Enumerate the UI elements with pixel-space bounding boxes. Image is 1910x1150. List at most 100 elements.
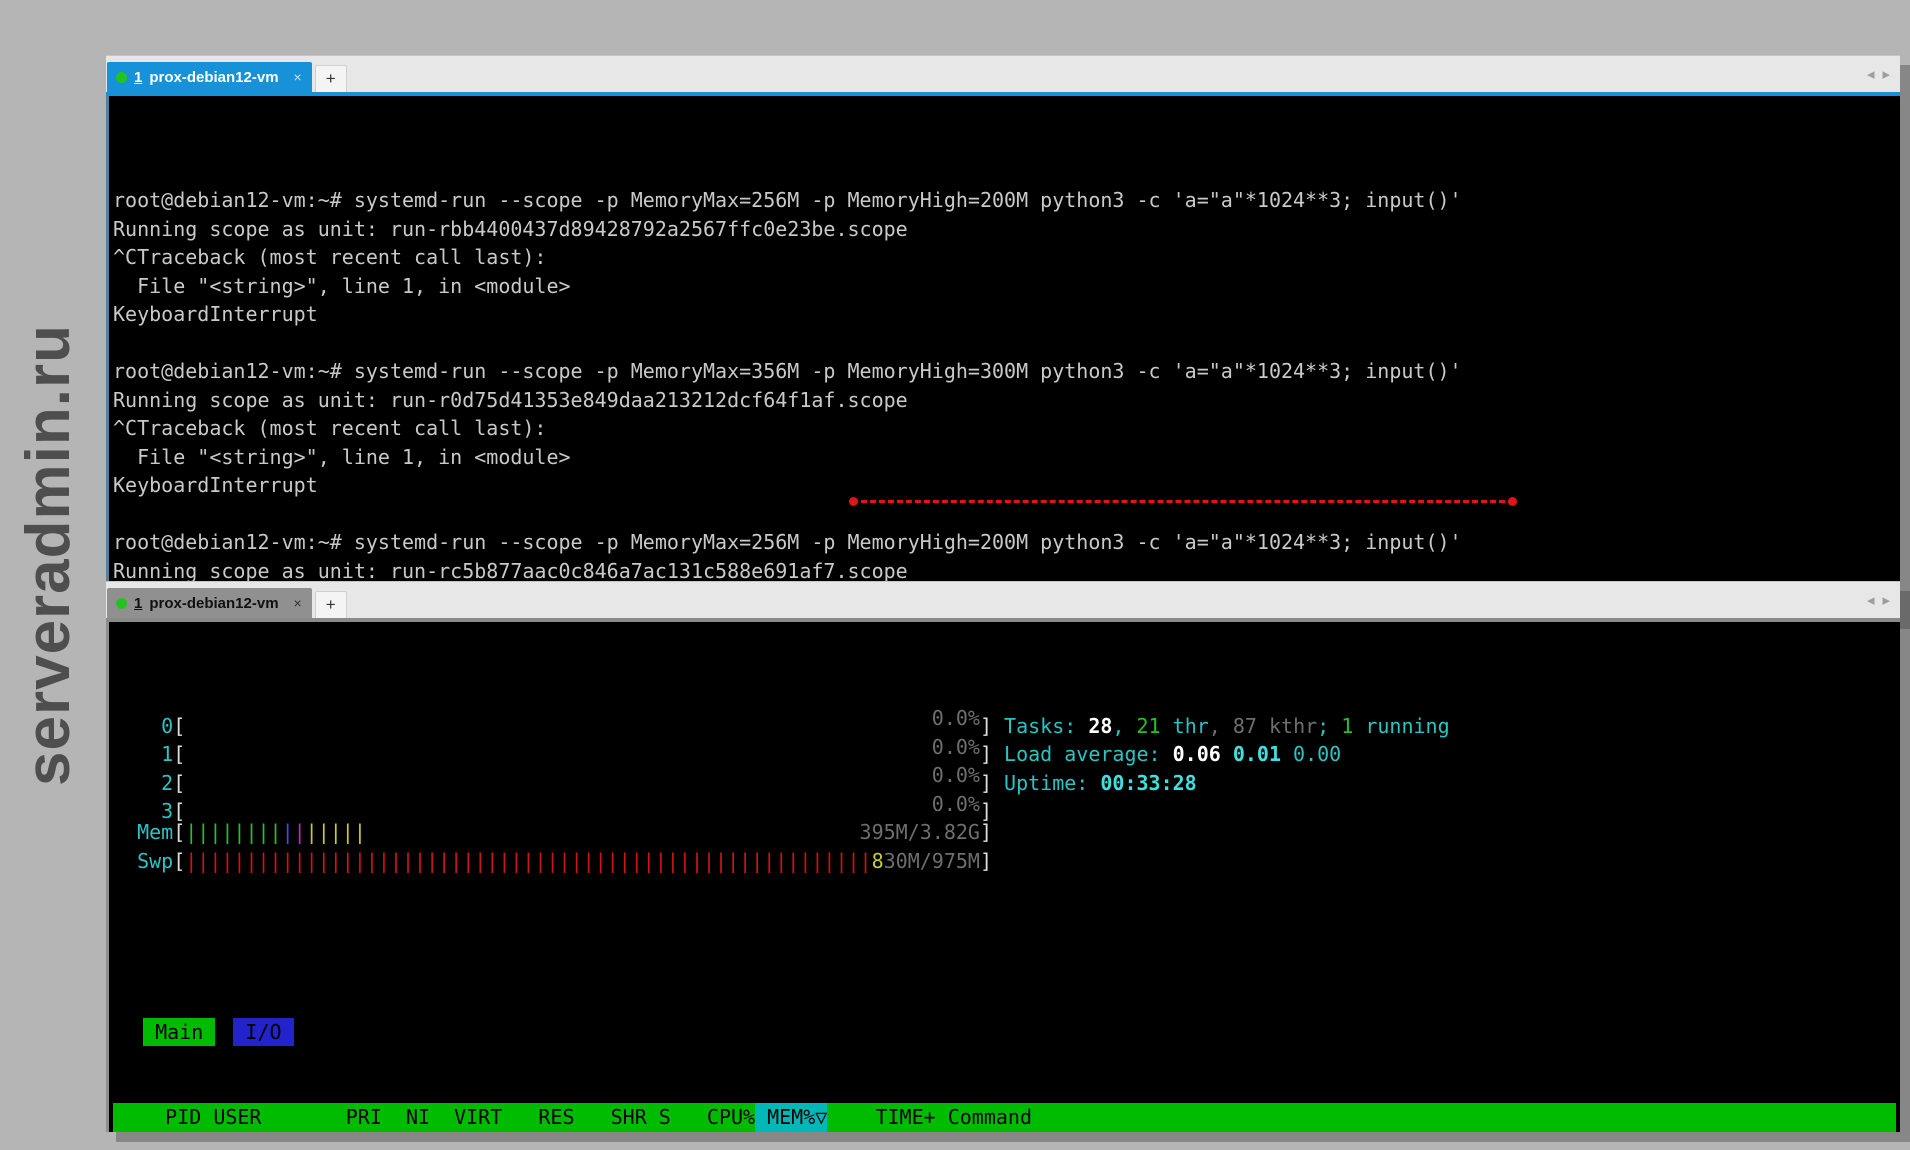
tab-number: 1 — [134, 595, 142, 612]
text-segment: running — [1353, 714, 1449, 738]
column-header-cpu[interactable]: CPU% — [683, 1103, 755, 1132]
htop-tab-main[interactable]: Main — [143, 1018, 215, 1047]
session-active-dot — [116, 598, 127, 609]
htop-meters: 0[0.0%]Tasks: 28, 21 thr, 87 kthr; 1 run… — [113, 704, 1896, 875]
column-header-s[interactable]: S — [647, 1103, 683, 1132]
terminal-line: KeyboardInterrupt — [113, 471, 1896, 500]
new-tab-button[interactable]: + — [315, 65, 347, 92]
meter-bracket: [ — [173, 769, 185, 798]
text-segment: 30M/975M — [884, 847, 980, 876]
text-segment: | — [294, 818, 306, 847]
meter-empty — [185, 790, 932, 819]
watermark-text: serveradmin.ru — [13, 324, 84, 786]
meter-bracket: ] — [980, 818, 992, 847]
text-segment: 28 — [1088, 714, 1112, 738]
meter-value: 0.0% — [932, 704, 980, 733]
meter-body: 0.0% — [185, 733, 980, 762]
top-terminal-lines: root@debian12-vm:~# systemd-run --scope … — [113, 186, 1896, 614]
meter-label: 1 — [113, 740, 173, 769]
tab-prox-debian12-vm-top[interactable]: 1 prox-debian12-vm × — [107, 62, 312, 92]
terminal-line: ^CTraceback (most recent call last): — [113, 414, 1896, 443]
meter-empty — [185, 761, 932, 790]
terminal-window-bottom: 1 prox-debian12-vm × + ◂ ▸ 0[0.0%]Tasks:… — [106, 581, 1900, 1132]
swap-meter: Swp[||||||||||||||||||||||||||||||||||||… — [113, 847, 1896, 876]
annotation-dot-icon — [849, 497, 858, 506]
column-header-pid[interactable]: PID — [117, 1103, 201, 1132]
meter-body: 0.0% — [185, 790, 980, 819]
meter-bracket: [ — [173, 712, 185, 741]
column-header-time[interactable]: TIME+ — [827, 1103, 935, 1132]
tab-scroll-right-icon[interactable]: ▸ — [1882, 65, 1890, 83]
annotation-dot-icon — [1508, 497, 1517, 506]
text-segment: 0.06 — [1173, 742, 1233, 766]
column-header-user[interactable]: USER — [201, 1103, 333, 1132]
column-header-shr[interactable]: SHR — [575, 1103, 647, 1132]
text-segment: , — [1209, 714, 1233, 738]
terminal-line: File "<string>", line 1, in <module> — [113, 443, 1896, 472]
meter-bracket: ] — [980, 740, 992, 769]
swap-bars: ||||||||||||||||||||||||||||||||||||||||… — [185, 847, 871, 876]
tab-bar-bottom: 1 prox-debian12-vm × + ◂ ▸ — [106, 581, 1900, 618]
tab-bar-top: 1 prox-debian12-vm × + ◂ ▸ — [106, 55, 1900, 92]
column-header-mem[interactable]: MEM%▽ — [755, 1103, 827, 1132]
tab-close-icon[interactable]: × — [294, 595, 302, 611]
watermark: serveradmin.ru — [6, 255, 90, 855]
terminal-output-top: root@debian12-vm:~# systemd-run --scope … — [106, 96, 1900, 619]
text-segment: thr — [1161, 714, 1209, 738]
meter-label: 0 — [113, 712, 173, 741]
terminal-line — [113, 500, 1896, 529]
text-segment: 0.00 — [1293, 742, 1341, 766]
tab-prox-debian12-vm-bottom[interactable]: 1 prox-debian12-vm × — [107, 588, 312, 618]
new-tab-button[interactable]: + — [315, 591, 347, 618]
htop-tab-i-o[interactable]: I/O — [233, 1018, 293, 1047]
meter-value: 395M/3.82G — [860, 818, 980, 847]
column-header-pri[interactable]: PRI — [334, 1103, 382, 1132]
text-segment: 00:33:28 — [1100, 771, 1196, 795]
meter-bracket: [ — [173, 847, 185, 876]
column-header-virt[interactable]: VIRT — [430, 1103, 502, 1132]
terminal-line: root@debian12-vm:~# systemd-run --scope … — [113, 357, 1896, 386]
meter-body: ||||||||||||||||||||||||||||||||||||||||… — [185, 847, 980, 876]
tab-close-icon[interactable]: × — [294, 69, 302, 85]
text-segment: ||||| — [306, 818, 366, 847]
meter-body: |||||||||||||||395M/3.82G — [185, 818, 980, 847]
terminal-line — [113, 329, 1896, 358]
meter-value: 0.0% — [932, 761, 980, 790]
tab-scroll-arrows: ◂ ▸ — [1867, 65, 1890, 83]
text-segment: 1 — [1341, 714, 1353, 738]
htop-summary-line: Tasks: 28, 21 thr, 87 kthr; 1 running — [992, 712, 1450, 741]
tab-scroll-left-icon[interactable]: ◂ — [1867, 591, 1875, 609]
column-header-cmd[interactable]: Command — [936, 1103, 1032, 1132]
text-segment: 21 — [1137, 714, 1161, 738]
tab-label: prox-debian12-vm — [149, 595, 278, 612]
text-segment: Tasks: — [1004, 714, 1088, 738]
terminal-line: root@debian12-vm:~# systemd-run --scope … — [113, 186, 1896, 215]
meter-value: 0.0% — [932, 733, 980, 762]
meter-empty — [366, 818, 860, 847]
meter-label: Mem — [113, 818, 173, 847]
tab-scroll-right-icon[interactable]: ▸ — [1882, 591, 1890, 609]
htop-screen-tabs: Main I/O — [143, 1018, 1896, 1047]
meter-body: 0.0% — [185, 761, 980, 790]
tab-number: 1 — [134, 69, 142, 86]
meter-body: 0.0% — [185, 704, 980, 733]
meter-bracket: [ — [173, 818, 185, 847]
tab-label: prox-debian12-vm — [149, 69, 278, 86]
meter-empty — [185, 704, 932, 733]
column-header-res[interactable]: RES — [502, 1103, 574, 1132]
text-segment: , — [1112, 714, 1136, 738]
terminal-line: File "<string>", line 1, in <module> — [113, 272, 1896, 301]
mem-meter: Mem[|||||||||||||||395M/3.82G] — [113, 818, 1896, 847]
text-segment: Uptime: — [1004, 771, 1100, 795]
meter-bracket: [ — [173, 740, 185, 769]
terminal-window-top: 1 prox-debian12-vm × + ◂ ▸ root@debian12… — [106, 55, 1900, 619]
process-table-header: PIDUSERPRINIVIRTRESSHRSCPU%MEM%▽TIME+Com… — [113, 1103, 1896, 1132]
tab-scroll-left-icon[interactable]: ◂ — [1867, 65, 1875, 83]
text-segment: ; — [1317, 714, 1341, 738]
column-header-ni[interactable]: NI — [382, 1103, 430, 1132]
annotation-underline-memoryhigh — [852, 500, 1514, 503]
text-segment: Load average: — [1004, 742, 1173, 766]
blank-line — [113, 932, 1896, 961]
meter-empty — [185, 733, 932, 762]
meter-bracket: ] — [980, 769, 992, 798]
